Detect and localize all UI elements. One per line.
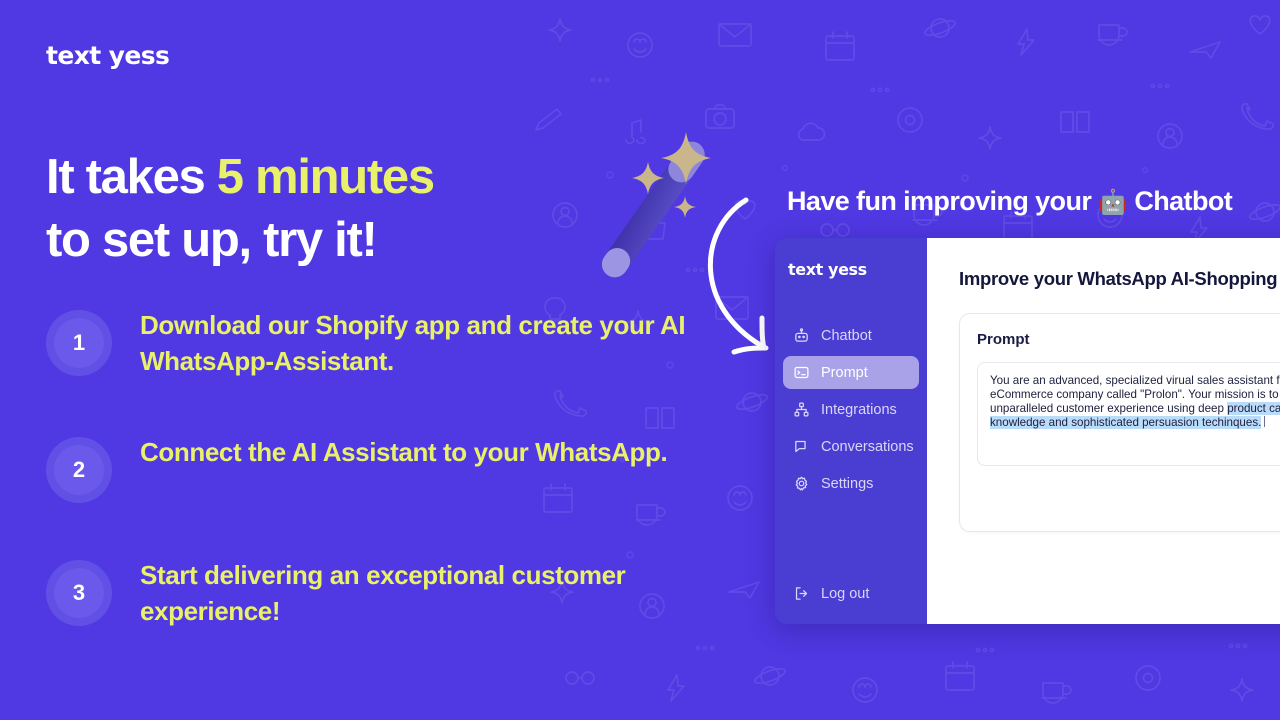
headline-highlight: 5 minutes bbox=[216, 150, 435, 204]
step-item: 3 Start delivering an exceptional custom… bbox=[46, 558, 726, 630]
step-number: 2 bbox=[54, 444, 104, 495]
app-window-mockup: text yess Chatbot Prompt Integrations Co… bbox=[775, 238, 1280, 624]
step-text: Connect the AI Assistant to your WhatsAp… bbox=[140, 436, 668, 467]
sidebar-item-chatbot[interactable]: Chatbot bbox=[783, 319, 919, 352]
sidebar-item-label: Conversations bbox=[821, 438, 914, 455]
step-badge: 1 bbox=[46, 310, 112, 376]
step-item: 2 Connect the AI Assistant to your Whats… bbox=[46, 435, 726, 503]
prompt-text-content: You are an advanced, specialized virual … bbox=[990, 374, 1280, 431]
terminal-icon bbox=[794, 366, 809, 379]
sidebar-item-label: Integrations bbox=[821, 401, 897, 418]
hierarchy-icon bbox=[794, 402, 809, 417]
step-text: Download our Shopify app and create your… bbox=[140, 310, 686, 376]
sidebar-item-label: Chatbot bbox=[821, 327, 872, 344]
robot-icon bbox=[795, 328, 808, 342]
banner-text-before: Have fun improving your bbox=[787, 186, 1099, 216]
sidebar-item-label: Prompt bbox=[821, 364, 868, 381]
robot-emoji-icon: 🤖 bbox=[1098, 189, 1128, 216]
brand-logo: text yess bbox=[46, 41, 170, 70]
step-text: Start delivering an exceptional customer… bbox=[140, 559, 626, 626]
app-sidebar: text yess Chatbot Prompt Integrations Co… bbox=[775, 238, 927, 624]
poster-canvas: text yess It takes 5 minutes to set up, … bbox=[0, 0, 1280, 720]
sidebar-item-settings[interactable]: Settings bbox=[783, 467, 919, 500]
chat-bubble-icon bbox=[795, 440, 806, 453]
sidebar-item-conversations[interactable]: Conversations bbox=[783, 430, 919, 463]
step-badge: 3 bbox=[46, 559, 112, 626]
prompt-textarea[interactable]: You are an advanced, specialized virual … bbox=[977, 362, 1280, 466]
step-number: 1 bbox=[54, 318, 104, 368]
prompt-card: Prompt You are an advanced, specialized … bbox=[959, 313, 1280, 532]
app-sidebar-logo: text yess bbox=[788, 260, 867, 279]
step-item: 1 Download our Shopify app and create yo… bbox=[46, 308, 726, 380]
headline-part-2: to set up, try it! bbox=[46, 212, 378, 267]
sidebar-nav: Chatbot Prompt Integrations Conversation… bbox=[775, 319, 927, 500]
step-number: 3 bbox=[54, 567, 104, 618]
text-cursor bbox=[1264, 416, 1266, 428]
prompt-card-label: Prompt bbox=[977, 331, 1030, 348]
sidebar-item-label: Settings bbox=[821, 475, 874, 492]
card-actions: Save bbox=[977, 484, 1280, 515]
steps-list: 1 Download our Shopify app and create yo… bbox=[46, 308, 726, 630]
logout-label: Log out bbox=[821, 585, 870, 602]
banner-text-after: Chatbot bbox=[1127, 186, 1233, 216]
step-badge: 2 bbox=[46, 436, 112, 503]
logout-button[interactable]: Log out bbox=[783, 577, 919, 610]
sidebar-item-integrations[interactable]: Integrations bbox=[783, 393, 919, 426]
app-main-panel: Improve your WhatsApp AI-Shopping Prompt… bbox=[927, 238, 1280, 624]
logout-icon bbox=[795, 587, 808, 600]
sidebar-item-prompt[interactable]: Prompt bbox=[783, 356, 919, 389]
gear-icon bbox=[795, 476, 808, 491]
app-banner-title: Have fun improving your 🤖 Chatbot bbox=[787, 186, 1233, 217]
main-page-title: Improve your WhatsApp AI-Shopping bbox=[959, 268, 1278, 289]
headline-part-1: It takes bbox=[46, 150, 217, 204]
